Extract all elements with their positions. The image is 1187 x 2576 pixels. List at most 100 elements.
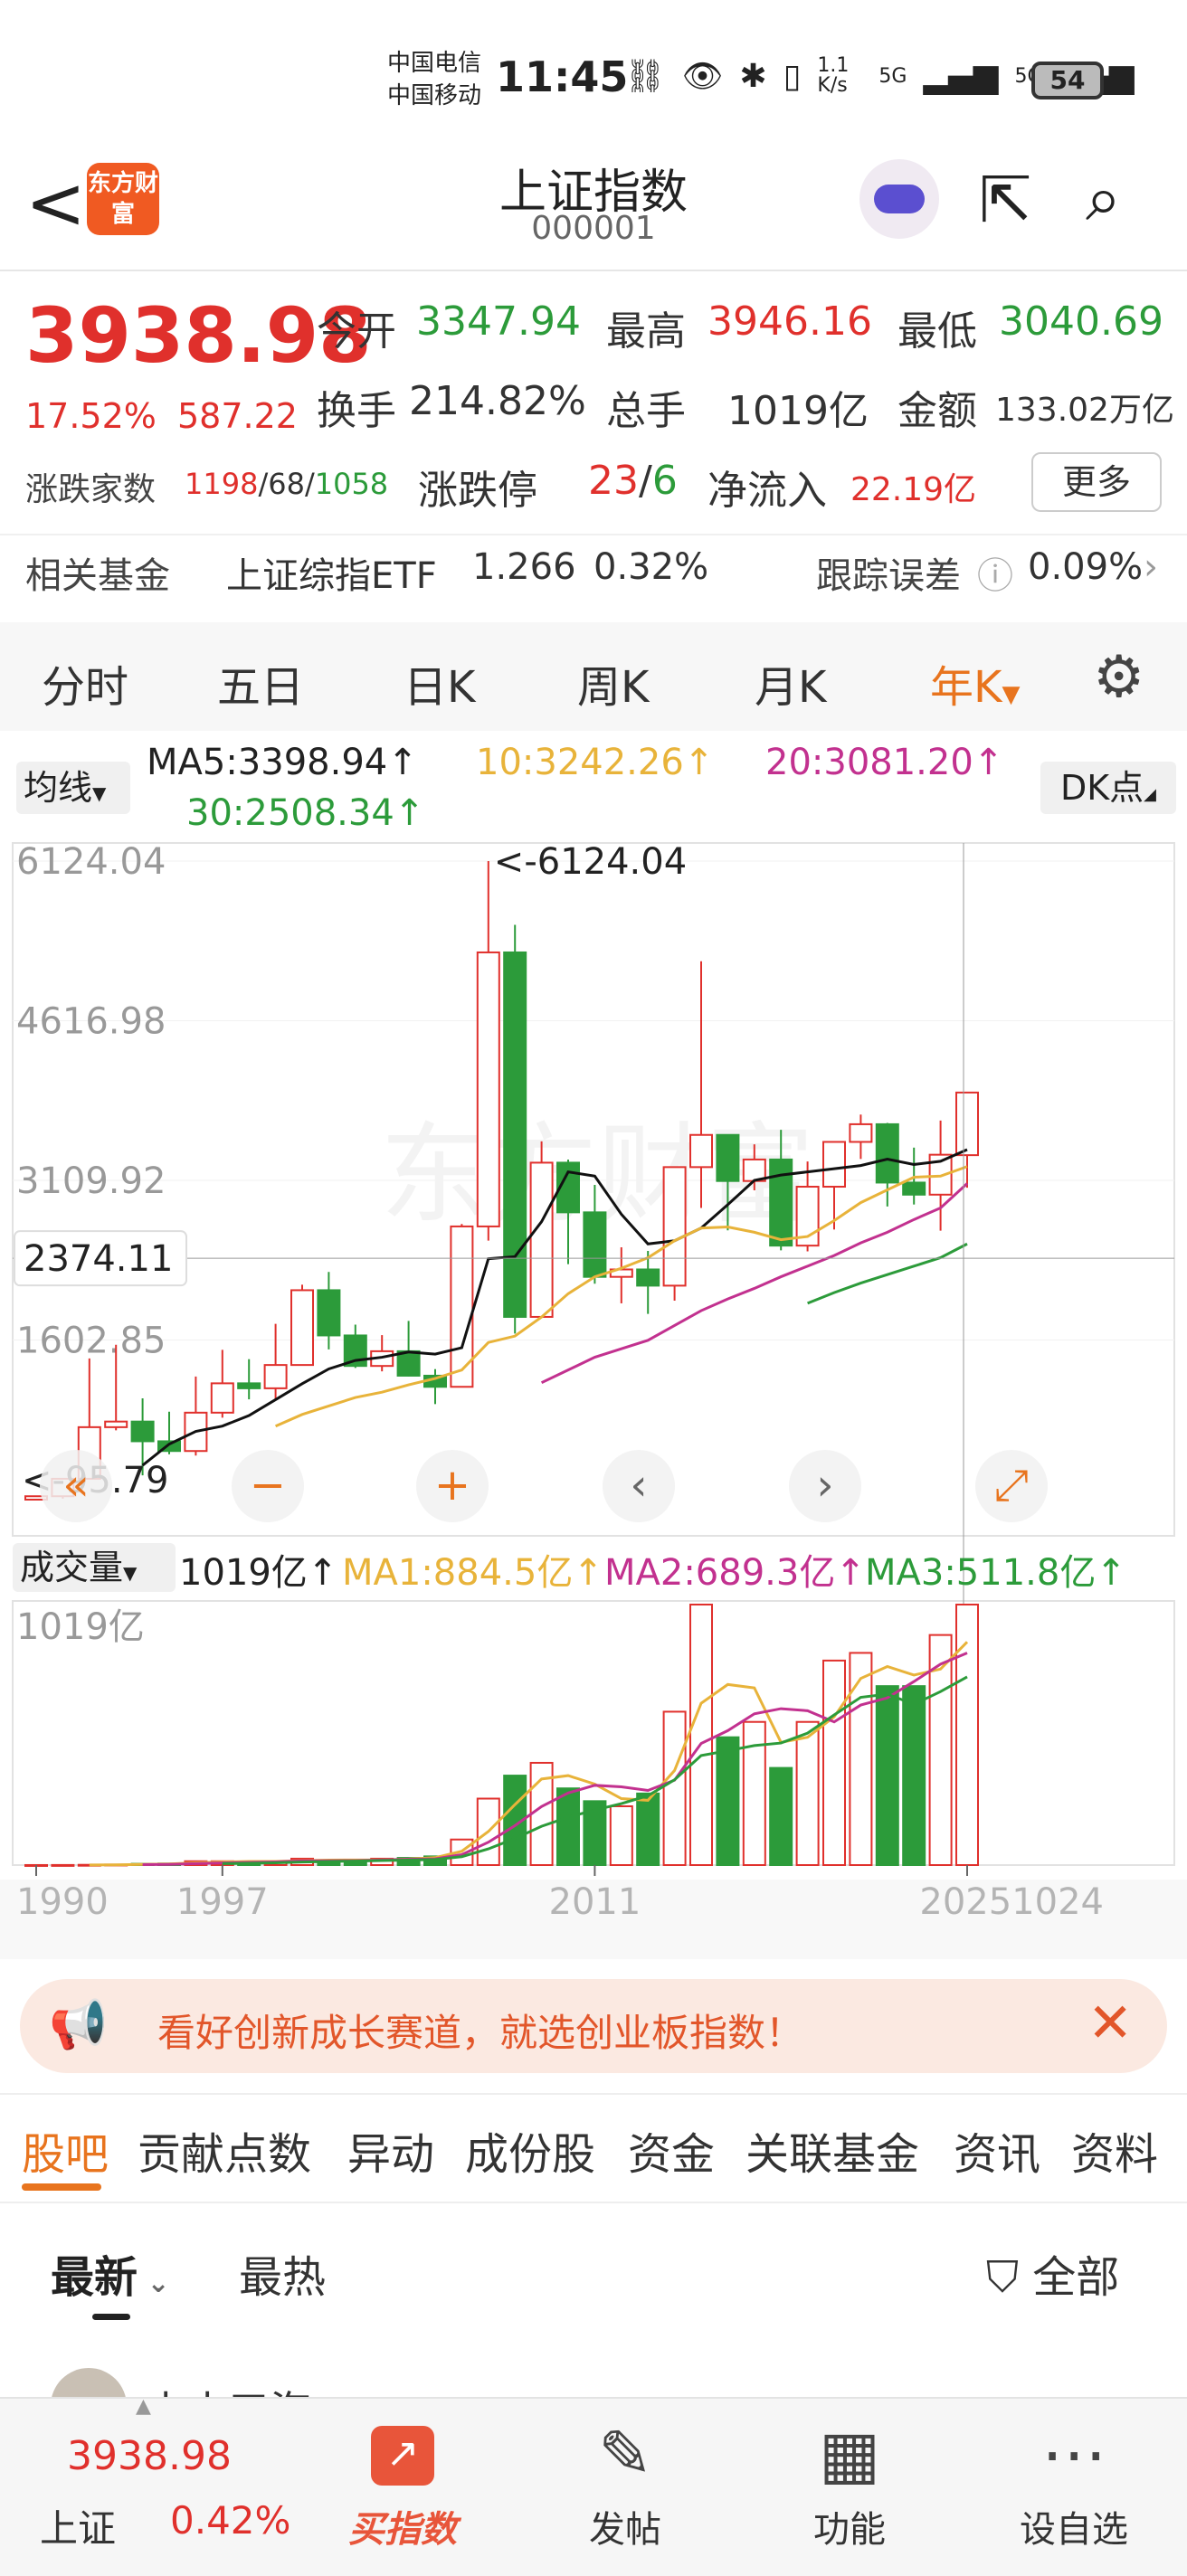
post-button[interactable]: ✎ 发帖 bbox=[557, 2413, 693, 2552]
sort-latest-label: 最新 bbox=[51, 2252, 138, 2303]
change-percent: 17.52% bbox=[25, 396, 157, 436]
clock: 11:45 bbox=[496, 52, 629, 101]
bottom-index-name[interactable]: 上证 bbox=[40, 2498, 116, 2553]
y-tick-label: 1602.85 bbox=[16, 1321, 166, 1362]
candle-body bbox=[769, 1158, 793, 1247]
tab-minute[interactable]: 分时 bbox=[42, 651, 128, 715]
tab-five-day[interactable]: 五日 bbox=[217, 651, 304, 715]
sort-hot[interactable]: 最热 bbox=[239, 2241, 326, 2305]
signal-1-label: 5G bbox=[878, 64, 907, 88]
tab-weekly-k[interactable]: 周K bbox=[577, 651, 649, 715]
adv-dec-values: 1198/68/1058 bbox=[185, 467, 389, 501]
max-annotation: <-6124.04 bbox=[494, 841, 687, 883]
vol-ma2: MA2:689.3亿↑ bbox=[604, 1552, 866, 1594]
sort-indicator bbox=[92, 2314, 130, 2320]
quote-divider bbox=[0, 534, 1187, 535]
candle-body bbox=[317, 1289, 341, 1337]
post-label: 发帖 bbox=[589, 2509, 661, 2551]
candle-body bbox=[822, 1141, 846, 1189]
tab-constituents[interactable]: 成份股 bbox=[465, 2118, 595, 2182]
promo-banner[interactable]: 📢 看好创新成长赛道，就选创业板指数！ ✕ bbox=[20, 1979, 1167, 2073]
open-label: 今开 bbox=[317, 308, 396, 355]
volume-selector-label: 成交量 bbox=[20, 1548, 124, 1587]
candle-body bbox=[902, 1181, 926, 1196]
tab-funds-flow[interactable]: 资金 bbox=[628, 2118, 715, 2182]
assistant-robot-icon[interactable] bbox=[859, 159, 939, 239]
total-hands-value: 1019亿 bbox=[727, 388, 869, 434]
fund-name[interactable]: 上证综指ETF bbox=[226, 546, 437, 599]
high-value: 3946.16 bbox=[707, 298, 872, 345]
ma5-line bbox=[141, 1148, 968, 1467]
volume-bar bbox=[662, 1710, 687, 1867]
bottom-percent[interactable]: 0.42% bbox=[170, 2498, 290, 2543]
adv-down: 1058 bbox=[314, 467, 389, 501]
tab-monthly-k[interactable]: 月K bbox=[755, 651, 826, 715]
volume-bar bbox=[689, 1604, 713, 1866]
gear-icon[interactable]: ⚙ bbox=[1093, 644, 1144, 711]
period-tabs: 分时 五日 日K 周K 月K 年K▼ ⚙ bbox=[0, 622, 1187, 731]
ma-selector[interactable]: 均线▼ bbox=[16, 762, 130, 814]
filter-button[interactable]: ⛉ 全部 bbox=[986, 2241, 1119, 2305]
status-bar: 中国电信 中国移动 11:45 ⛓ 👁 ✱ ▯ 1.1 K/s 5G ▂▄▆ 5… bbox=[0, 0, 1187, 154]
vibrate-icon: ▯ bbox=[783, 57, 802, 95]
share-icon[interactable]: ⇱ bbox=[979, 166, 1032, 233]
ma30-value: 30:2508.34↑ bbox=[186, 792, 425, 834]
volume-bar bbox=[556, 1787, 580, 1866]
header: < 东方财富 上证指数 000001 ⇱ ⌕ bbox=[0, 154, 1187, 271]
dk-point-selector[interactable]: DK点◢ bbox=[1040, 762, 1176, 814]
volume-selector[interactable]: 成交量▼ bbox=[13, 1543, 176, 1592]
volume-bar bbox=[51, 1863, 75, 1867]
candle-body bbox=[849, 1122, 873, 1143]
limit-label: 涨跌停 bbox=[418, 468, 537, 514]
caret-down-icon: ▼ bbox=[123, 1562, 138, 1584]
carrier-1: 中国电信 bbox=[387, 50, 482, 77]
chevron-right-icon[interactable]: › bbox=[1144, 546, 1158, 588]
tab-yearly-k[interactable]: 年K▼ bbox=[930, 651, 1020, 715]
tab-guba[interactable]: 股吧 bbox=[22, 2118, 109, 2182]
help-icon[interactable]: ⓘ bbox=[977, 546, 1013, 599]
dk-label: DK点 bbox=[1059, 768, 1144, 808]
battery-icon: 54 bbox=[1031, 62, 1104, 99]
tab-contribution[interactable]: 贡献点数 bbox=[138, 2118, 311, 2182]
candle-body bbox=[875, 1122, 899, 1184]
fund-percent: 0.32% bbox=[594, 546, 709, 588]
candle-body bbox=[290, 1289, 314, 1367]
vol-ma3: MA3:511.8亿↑ bbox=[865, 1552, 1126, 1594]
limit-down: 6 bbox=[651, 458, 678, 504]
volume-bar bbox=[875, 1685, 899, 1867]
fullscreen-icon-glyph: ⤢ bbox=[994, 1460, 1029, 1511]
search-icon[interactable]: ⌕ bbox=[1086, 165, 1121, 232]
tab-daily-k[interactable]: 日K bbox=[404, 651, 475, 715]
tab-news[interactable]: 资讯 bbox=[954, 2118, 1040, 2182]
more-button[interactable]: 更多 bbox=[1031, 452, 1162, 512]
tab-profile[interactable]: 资料 bbox=[1071, 2118, 1158, 2182]
tabs-divider bbox=[0, 2202, 1187, 2203]
crosshair-label: 2374.11 bbox=[24, 1238, 173, 1280]
close-icon[interactable]: ✕ bbox=[1087, 1992, 1133, 2055]
active-tab-indicator bbox=[22, 2183, 101, 2191]
volume-tick-label: 1019亿 bbox=[16, 1606, 145, 1648]
tab-yearly-label: 年K bbox=[930, 662, 1002, 713]
zoom-in-icon-glyph: + bbox=[434, 1460, 470, 1511]
volume-bar bbox=[769, 1766, 793, 1866]
zoom-out-icon-glyph: − bbox=[250, 1460, 286, 1511]
add-watchlist-button[interactable]: ⋯ 设自选 bbox=[1006, 2413, 1142, 2552]
candle-body bbox=[503, 951, 527, 1318]
amount-label: 金额 bbox=[897, 388, 977, 434]
bottom-price[interactable]: 3938.98 bbox=[67, 2433, 232, 2479]
tab-related-funds[interactable]: 关联基金 bbox=[745, 2118, 919, 2182]
ma20-value: 20:3081.20↑ bbox=[765, 742, 1004, 783]
kline-chart[interactable]: 6124.044616.983109.921602.85东方财富<-6124.0… bbox=[0, 832, 1187, 1963]
scroll-right-icon-glyph: › bbox=[816, 1460, 833, 1511]
buy-index-button[interactable]: ↗ 买指数 bbox=[335, 2413, 470, 2552]
volume-bar bbox=[742, 1720, 766, 1866]
tracking-error-value: 0.09% bbox=[1028, 546, 1144, 588]
volume-bar bbox=[716, 1736, 740, 1867]
function-button[interactable]: ▦ 功能 bbox=[782, 2413, 917, 2552]
scroll-start-icon-glyph: « bbox=[62, 1460, 89, 1511]
corner-caret-icon: ◢ bbox=[1144, 785, 1157, 804]
adv-up: 1198 bbox=[185, 467, 259, 501]
low-value: 3040.69 bbox=[999, 298, 1163, 345]
tab-movement[interactable]: 异动 bbox=[347, 2118, 434, 2182]
sort-latest[interactable]: 最新 ⌄ bbox=[51, 2241, 170, 2305]
